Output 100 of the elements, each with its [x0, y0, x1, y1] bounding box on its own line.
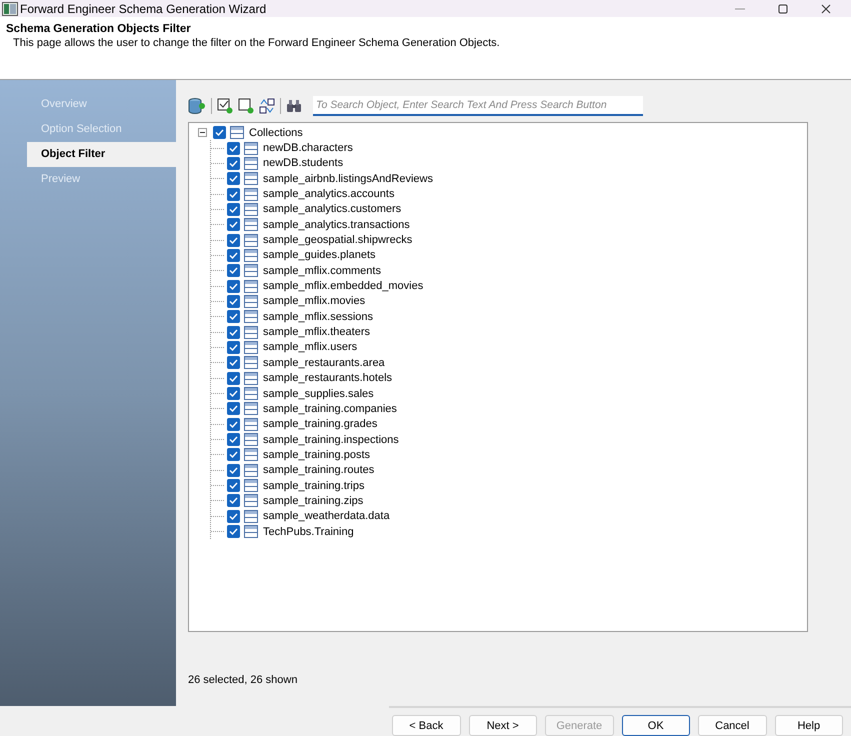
maximize-icon[interactable]: [778, 4, 788, 14]
table-icon: [244, 510, 258, 523]
checkbox[interactable]: [227, 280, 240, 293]
dialog-button[interactable]: Next >: [468, 715, 537, 736]
checkbox[interactable]: [227, 202, 240, 216]
tree-item[interactable]: sample_mflix.movies: [261, 295, 366, 308]
dialog-button[interactable]: Cancel: [698, 715, 766, 736]
table-icon: [230, 126, 244, 140]
table-icon: [244, 418, 258, 431]
checkbox[interactable]: [227, 464, 240, 477]
swap-icon[interactable]: [259, 98, 275, 114]
database-icon[interactable]: [188, 97, 206, 115]
table-icon: [244, 280, 258, 293]
checkbox[interactable]: [227, 525, 240, 538]
tree-item[interactable]: sample_training.posts: [261, 448, 370, 461]
checkbox[interactable]: [227, 387, 240, 400]
checkbox[interactable]: [227, 494, 240, 508]
table-icon: [244, 479, 258, 492]
checkbox[interactable]: [227, 142, 240, 155]
checkbox[interactable]: [227, 356, 240, 370]
tree-item[interactable]: sample_airbnb.listingsAndReviews: [261, 172, 433, 185]
table-icon: [244, 356, 258, 370]
checkbox[interactable]: [227, 340, 240, 354]
table-icon: [244, 372, 258, 385]
tree-item[interactable]: sample_training.zips: [261, 494, 364, 507]
table-icon: [244, 387, 258, 400]
checkbox[interactable]: [227, 510, 240, 523]
table-icon: [244, 248, 258, 262]
checkbox[interactable]: [227, 188, 240, 201]
tree-item[interactable]: sample_analytics.accounts: [261, 188, 394, 200]
table-icon: [244, 525, 258, 538]
table-icon: [244, 448, 258, 462]
box-add-icon[interactable]: [238, 98, 254, 114]
tree-item[interactable]: sample_mflix.comments: [261, 264, 381, 277]
table-icon: [244, 402, 258, 416]
table-icon: [244, 234, 258, 247]
tree-item[interactable]: sample_supplies.sales: [261, 388, 374, 400]
checkbox[interactable]: [227, 156, 240, 170]
status-text: 26 selected, 26 shown: [188, 674, 298, 686]
tree-item[interactable]: newDB.characters: [261, 142, 353, 154]
sidebar-item[interactable]: Object Filter: [27, 142, 176, 167]
dialog-button[interactable]: < Back: [392, 715, 460, 736]
checkbox[interactable]: [227, 248, 240, 262]
tree-item[interactable]: sample_mflix.embedded_movies: [261, 280, 424, 292]
table-icon: [244, 326, 258, 339]
table-icon: [244, 142, 258, 155]
tree-item[interactable]: sample_mflix.theaters: [261, 326, 370, 338]
table-icon: [244, 340, 258, 354]
checkbox[interactable]: [213, 126, 226, 140]
tree-item[interactable]: sample_guides.planets: [261, 249, 376, 262]
table-icon: [244, 188, 258, 201]
checkbox[interactable]: [227, 218, 240, 232]
dialog-button[interactable]: Help: [774, 715, 843, 736]
dialog-button[interactable]: OK: [622, 715, 690, 736]
tree-item[interactable]: sample_training.trips: [261, 480, 364, 492]
checkbox[interactable]: [227, 402, 240, 416]
tree-item[interactable]: sample_mflix.sessions: [261, 310, 374, 323]
checkbox[interactable]: [227, 448, 240, 462]
tree-item[interactable]: Collections: [247, 126, 303, 139]
table-icon: [244, 202, 258, 216]
table-icon: [244, 433, 258, 446]
table-icon: [244, 218, 258, 232]
close-icon[interactable]: [821, 4, 831, 14]
table-icon: [244, 264, 258, 278]
tree-item[interactable]: sample_analytics.transactions: [261, 218, 410, 231]
checkbox[interactable]: [227, 234, 240, 247]
tree-item[interactable]: sample_weatherdata.data: [261, 510, 390, 522]
page-title: Schema Generation Objects Filter: [6, 23, 192, 35]
collapse-icon[interactable]: [198, 128, 207, 138]
table-icon: [244, 172, 258, 186]
table-icon: [244, 294, 258, 308]
tree-item[interactable]: sample_restaurants.hotels: [261, 372, 392, 384]
checkbox[interactable]: [227, 294, 240, 308]
checkbox[interactable]: [227, 433, 240, 446]
tree-item[interactable]: sample_mflix.users: [261, 341, 358, 354]
tree-item[interactable]: sample_training.grades: [261, 418, 378, 430]
checkbox[interactable]: [227, 172, 240, 186]
checkbox[interactable]: [227, 479, 240, 492]
tree-item[interactable]: sample_training.companies: [261, 402, 397, 415]
tree-item[interactable]: sample_training.inspections: [261, 434, 399, 446]
search-field[interactable]: To Search Object, Enter Search Text And Press Search Button: [313, 96, 643, 116]
tree-item[interactable]: newDB.students: [261, 157, 344, 170]
check-add-icon[interactable]: [217, 98, 233, 114]
table-icon: [244, 464, 258, 477]
table-icon: [244, 156, 258, 170]
checkbox[interactable]: [227, 310, 240, 324]
window-title: Forward Engineer Schema Generation Wizard: [20, 2, 266, 16]
app-icon: [2, 2, 18, 16]
tree-item[interactable]: sample_geospatial.shipwrecks: [261, 234, 412, 246]
tree-item[interactable]: sample_training.routes: [261, 464, 374, 476]
checkbox[interactable]: [227, 372, 240, 385]
tree-item[interactable]: sample_restaurants.area: [261, 356, 385, 369]
checkbox[interactable]: [227, 418, 240, 431]
binoculars-icon[interactable]: [286, 98, 302, 114]
tree-item[interactable]: TechPubs.Training: [261, 526, 354, 538]
table-icon: [244, 310, 258, 324]
checkbox[interactable]: [227, 326, 240, 339]
page-description: This page allows the user to change the filter on the Forward Engineer Schema Generation Objects.: [12, 37, 501, 49]
tree-item[interactable]: sample_analytics.customers: [261, 203, 402, 216]
checkbox[interactable]: [227, 264, 240, 278]
